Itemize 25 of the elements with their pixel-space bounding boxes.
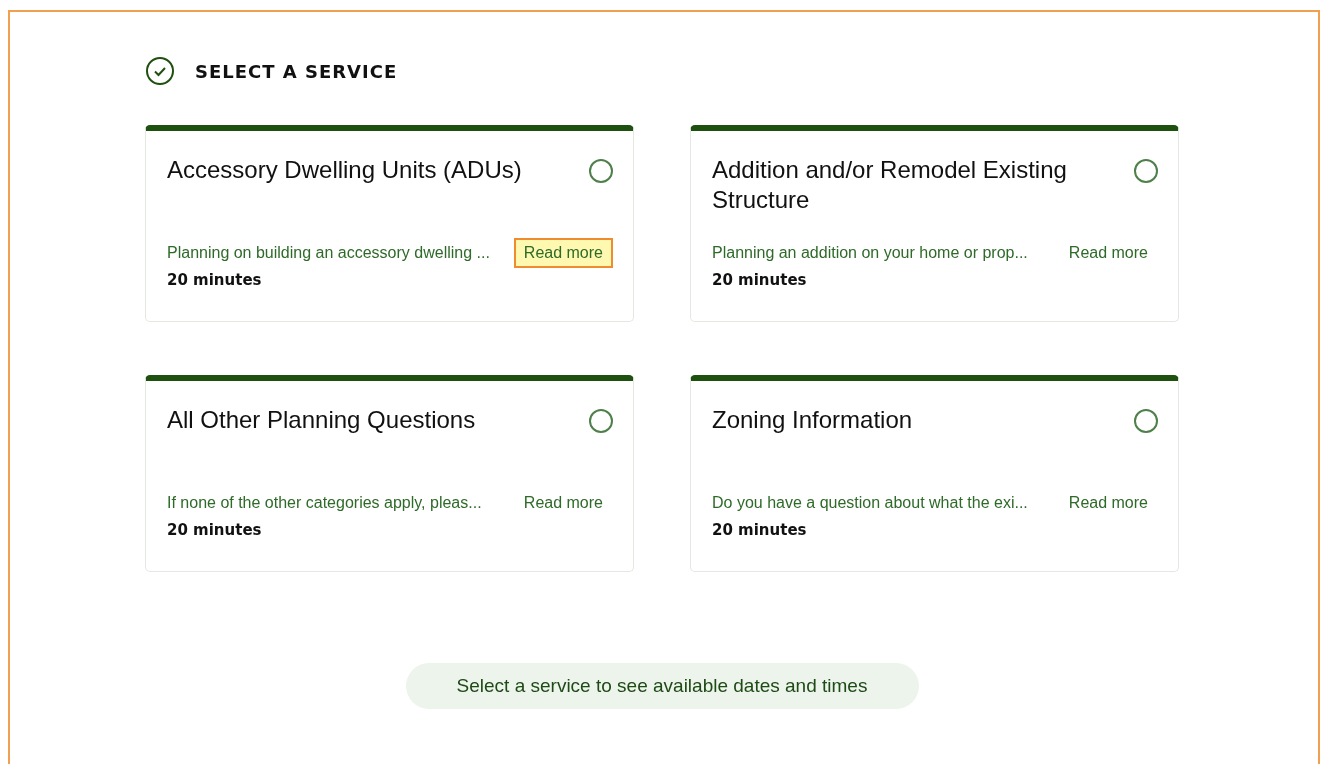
service-duration: 20 minutes <box>167 271 263 289</box>
service-description: Planning an addition on your home or prop... <box>712 244 1028 262</box>
read-more-link[interactable]: Read more <box>513 238 613 268</box>
service-title: Accessory Dwelling Units (ADUs) <box>167 155 522 185</box>
service-card[interactable]: All Other Planning Questions If none of the other categories apply, pleas... Read more 20 minutes <box>145 375 634 572</box>
read-more-link[interactable]: Read more <box>1058 238 1158 268</box>
service-title: Addition and/or Remodel Existing Structure <box>712 155 1068 215</box>
service-description: If none of the other categories apply, pleas... <box>167 494 482 512</box>
service-description: Do you have a question about what the exi... <box>712 494 1028 512</box>
radio-button[interactable] <box>1134 409 1158 433</box>
service-title: All Other Planning Questions <box>167 405 476 435</box>
radio-button[interactable] <box>1134 159 1158 183</box>
radio-button[interactable] <box>589 159 613 183</box>
section-title: SELECT A SERVICE <box>195 60 398 82</box>
service-duration: 20 minutes <box>712 521 808 539</box>
service-duration: 20 minutes <box>167 521 263 539</box>
radio-button[interactable] <box>589 409 613 433</box>
service-duration: 20 minutes <box>712 271 808 289</box>
service-card[interactable]: Zoning Information Do you have a question about what the exi... Read more 20 minutes <box>690 375 1179 572</box>
service-card[interactable]: Accessory Dwelling Units (ADUs) Planning on building an accessory dwelling ... Read more 20 minutes <box>145 125 634 322</box>
service-card[interactable]: Addition and/or Remodel Existing Structure Planning an addition on your home or prop... Read more 20 minutes <box>690 125 1179 322</box>
read-more-link[interactable]: Read more <box>1058 488 1158 518</box>
read-more-link[interactable]: Read more <box>513 488 613 518</box>
service-title: Zoning Information <box>712 405 913 435</box>
service-description: Planning on building an accessory dwelling ... <box>167 244 490 262</box>
